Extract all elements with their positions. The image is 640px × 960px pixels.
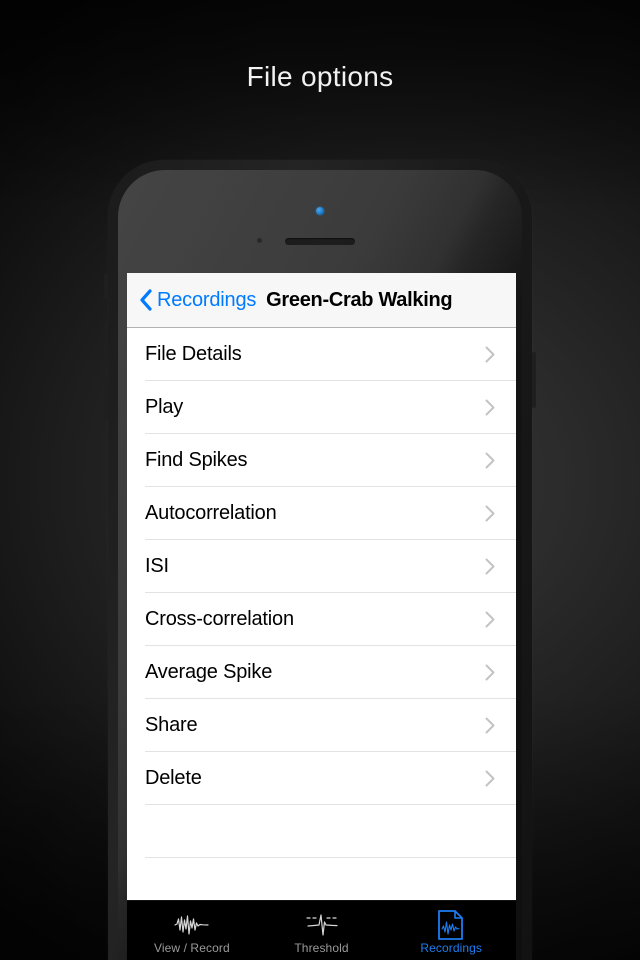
tab-label: View / Record: [153, 940, 230, 955]
tab-label: Threshold: [294, 940, 349, 955]
spike-threshold-icon: [304, 910, 340, 940]
list-item-label: ISI: [145, 554, 169, 577]
list-item-label: Average Spike: [145, 660, 273, 683]
volume-up-button[interactable]: [104, 322, 108, 366]
list-item-find-spikes[interactable]: Find Spikes: [145, 434, 516, 487]
tab-label: Recordings: [420, 940, 483, 955]
list-item-label: Delete: [145, 766, 202, 789]
chevron-right-icon: [485, 770, 495, 786]
list-item-average-spike[interactable]: Average Spike: [145, 646, 516, 699]
tab-bar: View / Record Threshold Recordings: [127, 900, 516, 960]
list-item-delete[interactable]: Delete: [145, 752, 516, 805]
list-item-label: Cross-correlation: [145, 607, 294, 630]
proximity-sensor-dot-icon: [257, 238, 262, 243]
chevron-right-icon: [485, 399, 495, 415]
list-item-label: File Details: [145, 342, 242, 365]
navigation-bar: Recordings Green-Crab Walking: [127, 273, 516, 328]
list-item-label: Share: [145, 713, 198, 736]
list-item-label: Find Spikes: [145, 448, 248, 471]
list-item-label: Autocorrelation: [145, 501, 277, 524]
list-item-autocorrelation[interactable]: Autocorrelation: [145, 487, 516, 540]
chevron-right-icon: [485, 717, 495, 733]
tab-view-record[interactable]: View / Record: [127, 901, 257, 960]
page-heading: Green-Crab Walking: [266, 288, 453, 311]
chevron-right-icon: [485, 346, 495, 362]
chevron-left-icon: [140, 289, 152, 311]
list-item-empty: [145, 805, 516, 858]
tab-threshold[interactable]: Threshold: [257, 901, 387, 960]
chevron-right-icon: [485, 611, 495, 627]
options-list: File Details Play Find Spikes Autocorrel…: [127, 328, 516, 900]
camera-dot-icon: [316, 207, 324, 215]
list-item-cross-correlation[interactable]: Cross-correlation: [145, 593, 516, 646]
volume-down-button[interactable]: [104, 378, 108, 422]
document-waveform-icon: [437, 909, 465, 940]
chevron-right-icon: [485, 505, 495, 521]
back-button[interactable]: Recordings: [139, 289, 256, 312]
chevron-right-icon: [485, 664, 495, 680]
page-title: File options: [246, 61, 394, 92]
chevron-right-icon: [485, 452, 495, 468]
waveform-icon: [174, 910, 210, 940]
tab-recordings[interactable]: Recordings: [386, 901, 516, 960]
list-item-file-details[interactable]: File Details: [145, 328, 516, 381]
list-item-label: Play: [145, 395, 184, 418]
back-button-label: Recordings: [157, 288, 257, 311]
earpiece-speaker-icon: [285, 238, 355, 245]
list-item-play[interactable]: Play: [145, 381, 516, 434]
list-item-isi[interactable]: ISI: [145, 540, 516, 593]
chevron-right-icon: [485, 558, 495, 574]
list-item-share[interactable]: Share: [145, 699, 516, 752]
power-button[interactable]: [532, 352, 536, 408]
phone-screen: Recordings Green-Crab Walking File Detai…: [127, 273, 516, 960]
mute-switch-button[interactable]: [104, 273, 108, 299]
